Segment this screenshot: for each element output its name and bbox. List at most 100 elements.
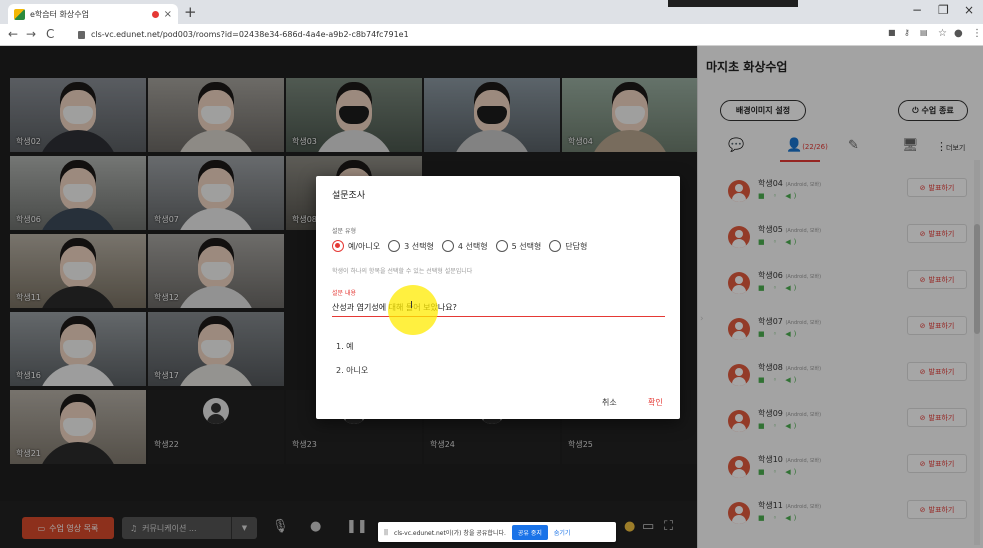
screen-share-icon[interactable]: 🖥 [902, 138, 919, 153]
communication-label: 커뮤니케이션 ... [142, 523, 197, 533]
screen-icon[interactable]: ▭ [642, 519, 654, 534]
scrollbar-thumb[interactable] [974, 224, 980, 334]
video-tile[interactable]: 학생03 [286, 78, 422, 152]
window-close-button[interactable]: × [964, 3, 974, 17]
circle-icon: ⊘ [919, 229, 926, 238]
panel-title: 마지초 화상수업 [706, 60, 788, 74]
presentation-button[interactable]: ⊘ 발표하기 [907, 316, 967, 335]
url-text: cls-vc.edunet.net/pod003/rooms?id=02438e… [91, 30, 409, 39]
presentation-button[interactable]: ⊘ 발표하기 [907, 224, 967, 243]
browser-menu-icon[interactable]: ⋮ [972, 28, 982, 39]
url-field[interactable]: cls-vc.edunet.net/pod003/rooms?id=02438e… [78, 26, 858, 43]
video-tile[interactable]: 학생17 [148, 312, 284, 386]
presentation-button[interactable]: ⊘ 발표하기 [907, 178, 967, 197]
chevron-right-icon[interactable]: › [700, 314, 704, 324]
video-tile[interactable]: 학생07 [148, 156, 284, 230]
browser-tab[interactable]: e학습터 화상수업 × [8, 4, 178, 24]
survey-question-input[interactable]: 산성과 염기성에 대해 들어 보았나요? [332, 300, 665, 317]
camera-mic-icon: ■ ◦ ◀) [758, 192, 800, 200]
student-list: 학생04 (Android, 모바) ■ ◦ ◀) ⊘ 발표하기 학생05 (An… [698, 170, 983, 548]
student-name: 학생08 (Android, 모바) [758, 363, 822, 372]
translate-icon[interactable]: ▤ [920, 28, 928, 37]
radio-4-choice[interactable]: 4 선택형 [441, 240, 488, 252]
more-label[interactable]: 더보기 [946, 143, 965, 153]
survey-type-radio-group: 예/아니오 3 선택형 4 선택형 5 선택형 단답형 [332, 240, 587, 252]
reload-button[interactable]: C [46, 27, 54, 41]
new-tab-button[interactable]: + [184, 3, 197, 21]
presentation-button[interactable]: ⊘ 발표하기 [907, 500, 967, 519]
confirm-button[interactable]: 확인 [648, 397, 663, 408]
radio-yes-no[interactable]: 예/아니오 [332, 240, 380, 252]
tile-name: 학생24 [430, 440, 455, 449]
tab-title: e학습터 화상수업 [30, 9, 89, 19]
camera-mic-icon: ■ ◦ ◀) [758, 376, 800, 384]
video-tile[interactable]: 학생21 [10, 390, 146, 464]
tile-name: 학생02 [16, 137, 41, 146]
list-item: 학생05 (Android, 모바) ■ ◦ ◀) ⊘ 발표하기 [698, 216, 983, 262]
list-item: 학생06 (Android, 모바) ■ ◦ ◀) ⊘ 발표하기 [698, 262, 983, 308]
share-drag-icon[interactable]: || [384, 529, 388, 536]
class-video-list-button[interactable]: ▭ 수업 영상 목록 [22, 517, 114, 539]
key-icon[interactable]: ⚷ [904, 28, 910, 37]
video-tile[interactable]: 학생02 [10, 78, 146, 152]
panel-tabs: 💬 👤(22/26) ✎ 🖥 ⋮ 더보기 [698, 134, 983, 162]
avatar [728, 456, 750, 478]
student-name: 학생09 (Android, 모바) [758, 409, 822, 418]
participants-icon[interactable]: 👤(22/26) [786, 138, 828, 153]
bookmark-star-icon[interactable]: ☆ [938, 28, 947, 39]
end-class-button[interactable]: ⏻ 수업 종료 [898, 100, 968, 121]
screen-share-alert-icon[interactable]: ● [624, 519, 635, 534]
forward-button[interactable]: → [26, 27, 36, 41]
radio-5-choice[interactable]: 5 선택형 [495, 240, 541, 252]
survey-type-label: 설문 유형 [332, 228, 356, 235]
tile-name: 학생23 [292, 440, 317, 449]
record-icon[interactable]: ● [310, 519, 321, 534]
avatar [728, 180, 750, 202]
back-button[interactable]: ← [8, 27, 18, 41]
presentation-button[interactable]: ⊘ 발표하기 [907, 408, 967, 427]
video-tile-empty[interactable]: 학생22 [148, 390, 284, 464]
video-tile[interactable]: 학생04 [562, 78, 697, 152]
video-tile[interactable]: 학생16 [10, 312, 146, 386]
microphone-icon[interactable]: 🎙 [272, 519, 289, 534]
hide-button[interactable]: 숨기기 [554, 528, 571, 537]
stop-sharing-button[interactable]: 공유 중지 [511, 524, 548, 540]
video-tile[interactable] [148, 78, 284, 152]
video-list-icon: ▭ [37, 523, 46, 533]
video-tile[interactable]: 학생12 [148, 234, 284, 308]
scrollbar-track[interactable] [974, 160, 980, 545]
tab-close-icon[interactable]: × [164, 9, 172, 20]
minimize-button[interactable]: − [912, 3, 922, 17]
share-message: cls-vc.edunet.net이(가) 창을 공유합니다. [394, 529, 506, 537]
survey-icon[interactable]: ✎ [848, 138, 859, 153]
circle-icon: ⊘ [919, 413, 926, 422]
background-image-button[interactable]: 배경이미지 설정 [720, 100, 806, 121]
presentation-button[interactable]: ⊘ 발표하기 [907, 454, 967, 473]
radio-short-answer[interactable]: 단답형 [549, 240, 587, 252]
circle-icon: ⊘ [919, 275, 926, 284]
presentation-button[interactable]: ⊘ 발표하기 [907, 270, 967, 289]
tile-name: 학생17 [154, 371, 179, 380]
circle-icon: ⊘ [919, 183, 926, 192]
fullscreen-icon[interactable]: ⛶ [664, 519, 673, 534]
video-tile[interactable]: 학생11 [10, 234, 146, 308]
communication-select[interactable]: ♫ 커뮤니케이션 ... ▼ [122, 517, 257, 539]
radio-icon [495, 240, 508, 252]
cancel-button[interactable]: 취소 [602, 397, 617, 408]
radio-3-choice[interactable]: 3 선택형 [388, 240, 434, 252]
video-tile[interactable]: 학생06 [10, 156, 146, 230]
chevron-down-icon[interactable]: ▼ [231, 517, 257, 539]
video-tile[interactable] [424, 78, 560, 152]
cursor-highlight [388, 285, 438, 335]
camera-icon[interactable]: ■ [888, 28, 896, 37]
camera-mic-icon: ■ ◦ ◀) [758, 330, 800, 338]
profile-icon[interactable]: ● [954, 28, 963, 39]
student-name: 학생10 (Android, 모바) [758, 455, 822, 464]
maximize-button[interactable]: ❐ [938, 3, 949, 17]
pause-icon[interactable]: ❚❚ [346, 519, 368, 534]
camera-mic-icon: ■ ◦ ◀) [758, 238, 800, 246]
tile-name: 학생25 [568, 440, 593, 449]
presentation-button[interactable]: ⊘ 발표하기 [907, 362, 967, 381]
chat-icon[interactable]: 💬 [728, 138, 744, 153]
survey-dialog: 설문조사 설문 유형 예/아니오 3 선택형 4 선택형 5 선택형 단답형 학… [316, 176, 680, 419]
